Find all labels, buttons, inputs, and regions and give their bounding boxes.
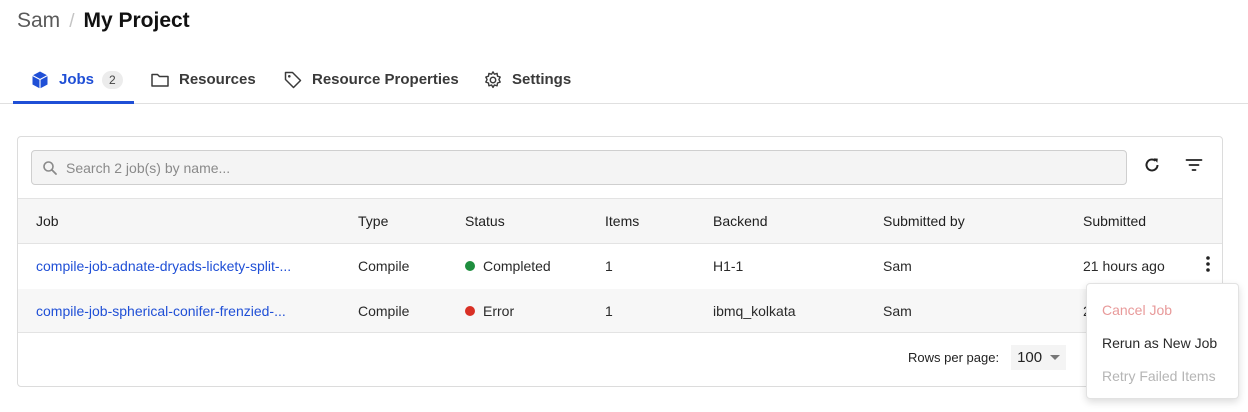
gear-icon (483, 70, 503, 90)
job-status-label: Error (483, 303, 515, 319)
table-row[interactable]: compile-job-adnate-dryads-lickety-split-… (18, 244, 1222, 288)
job-backend: H1-1 (713, 258, 744, 274)
job-name-link[interactable]: compile-job-adnate-dryads-lickety-split-… (36, 244, 291, 288)
job-status: Error (465, 289, 514, 333)
kebab-menu-icon (1205, 255, 1211, 278)
job-status: Completed (465, 244, 551, 288)
search-icon (42, 160, 58, 176)
job-submitted-by: Sam (883, 303, 912, 319)
tab-resources[interactable]: Resources (150, 56, 256, 103)
pagination: Rows per page: 100 (908, 345, 1067, 370)
job-submitted-time: 21 hours ago (1083, 258, 1165, 274)
tab-settings-label: Settings (512, 71, 572, 88)
filter-button[interactable] (1182, 155, 1206, 179)
table-header: Job Type Status Items Backend Submitted … (18, 198, 1222, 244)
menu-item-retry-failed-items: Retry Failed Items (1102, 367, 1216, 384)
tab-settings[interactable]: Settings (483, 56, 571, 103)
rows-per-page-select[interactable]: 100 (1011, 345, 1067, 370)
column-header-backend[interactable]: Backend (713, 199, 767, 243)
row-actions-button[interactable] (1196, 254, 1220, 278)
column-header-items[interactable]: Items (605, 199, 639, 243)
tab-bar: Jobs 2 Resources Resource Properties Set… (0, 56, 1248, 104)
jobs-table-card: Job Type Status Items Backend Submitted … (17, 136, 1223, 387)
job-name-link[interactable]: compile-job-spherical-conifer-frenzied-.… (36, 289, 286, 333)
tag-icon (283, 70, 303, 90)
column-header-status[interactable]: Status (465, 199, 505, 243)
column-header-type[interactable]: Type (358, 199, 388, 243)
caret-down-icon (1050, 355, 1061, 360)
status-error-dot (465, 306, 475, 316)
menu-item-rerun-as-new-job[interactable]: Rerun as New Job (1087, 326, 1238, 359)
row-actions-menu: Cancel Job Rerun as New Job Retry Failed… (1086, 283, 1239, 399)
filter-icon (1185, 156, 1203, 179)
page-title: My Project (83, 9, 190, 32)
table-row[interactable]: compile-job-spherical-conifer-frenzied-.… (18, 289, 1222, 333)
job-status-label: Completed (483, 258, 551, 274)
search-box[interactable] (31, 150, 1127, 185)
tab-resource-properties[interactable]: Resource Properties (283, 56, 459, 103)
job-type: Compile (358, 303, 410, 319)
job-submitted-by: Sam (883, 258, 912, 274)
tab-resource-properties-label: Resource Properties (312, 71, 459, 88)
breadcrumb-user[interactable]: Sam (17, 9, 60, 33)
rows-per-page-label: Rows per page: (908, 350, 1000, 365)
job-items: 1 (605, 258, 613, 274)
breadcrumb: Sam / My Project (17, 9, 190, 33)
tab-jobs-label: Jobs (59, 71, 95, 88)
refresh-button[interactable] (1140, 155, 1164, 179)
menu-item-cancel-job: Cancel Job (1102, 301, 1173, 318)
rows-per-page-value: 100 (1017, 349, 1043, 366)
column-header-submitted[interactable]: Submitted (1083, 199, 1146, 243)
refresh-icon (1143, 156, 1161, 179)
folder-icon (150, 70, 170, 90)
job-items: 1 (605, 303, 613, 319)
column-header-submitted-by[interactable]: Submitted by (883, 199, 965, 243)
column-header-job[interactable]: Job (36, 199, 59, 243)
tab-jobs[interactable]: Jobs 2 (13, 56, 134, 104)
cube-icon (30, 70, 50, 90)
jobs-count-badge: 2 (102, 70, 123, 89)
job-backend: ibmq_kolkata (713, 303, 796, 319)
search-input[interactable] (66, 159, 1126, 176)
breadcrumb-separator: / (69, 11, 75, 32)
status-completed-dot (465, 261, 475, 271)
tab-resources-label: Resources (179, 71, 256, 88)
job-type: Compile (358, 258, 410, 274)
